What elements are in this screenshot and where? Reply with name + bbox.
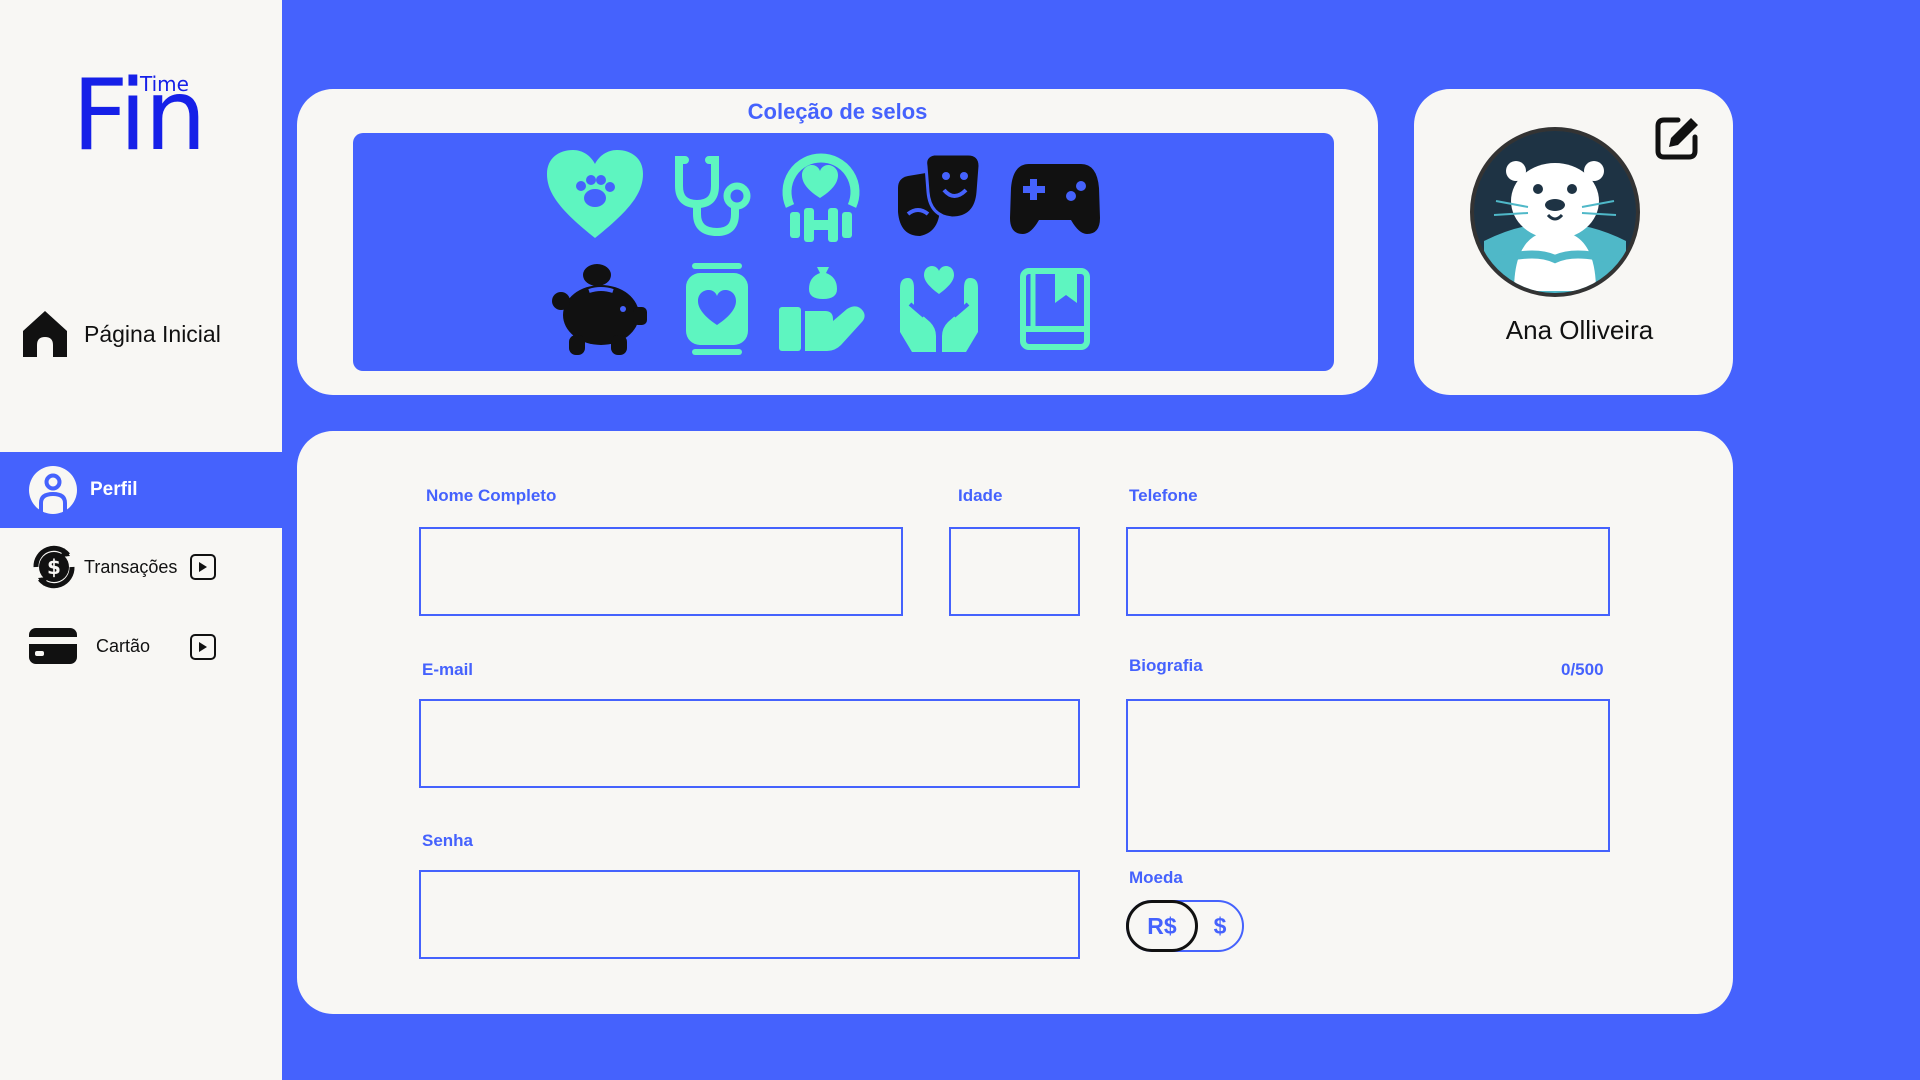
sidebar-item-label: Transações [84,556,178,577]
profile-name: Ana Olliveira [1505,315,1654,345]
avatar[interactable] [1470,127,1640,297]
sidebar-item-label: Perfil [90,479,138,500]
age-label: Idade [958,486,1003,505]
full-name-field[interactable] [419,527,903,616]
logo: Fin Time [72,66,207,166]
stethoscope-icon [665,147,765,247]
profile-card: Ana Olliveira [1414,89,1733,395]
phone-field[interactable] [1126,527,1610,616]
currency-label: Moeda [1129,868,1183,887]
donation-hand-icon [773,259,873,359]
bio-counter: 0/500 [1561,660,1604,679]
dollar-cycle-icon: $ [33,545,75,589]
stamps-panel [353,133,1334,371]
currency-option-usd[interactable]: $ [1198,902,1242,950]
gamepad-icon [1005,147,1105,247]
credit-card-icon [29,628,77,664]
full-name-label: Nome Completo [426,486,557,505]
sidebar-item-label: Cartão [96,635,151,656]
expand-arrow-button[interactable] [190,554,216,580]
currency-toggle[interactable]: R$ $ [1126,900,1244,952]
otter-avatar-icon [1474,131,1636,293]
edit-icon[interactable] [1654,115,1700,161]
password-field[interactable] [419,870,1080,959]
email-label: E-mail [422,660,474,679]
paw-heart-icon [545,145,645,245]
currency-option-brl[interactable]: R$ [1126,900,1198,952]
sidebar-item-home[interactable]: Página Inicial [22,306,282,362]
sidebar-item-card[interactable]: Cartão [28,622,282,670]
profile-form: Nome Completo Idade Telefone E-mail Biog… [297,431,1733,1014]
piggy-bank-icon [549,259,649,359]
stamps-title: Coleção de selos [747,99,928,124]
play-arrow-icon [199,562,207,572]
sidebar: Fin Time Página Inicial Perfil $ Transaç… [0,0,282,1080]
sidebar-item-label: Página Inicial [84,320,221,347]
heart-jar-icon [667,259,767,359]
home-icon [23,311,67,357]
bio-label: Biografia [1129,656,1203,675]
hands-heart-icon [889,259,989,359]
sidebar-item-transactions[interactable]: $ Transações [28,540,282,594]
logo-super: Time [140,72,189,96]
book-icon [1005,259,1105,359]
svg-text:$: $ [47,555,61,579]
phone-label: Telefone [1129,486,1198,505]
fitness-icon [771,145,871,245]
user-icon [29,466,77,514]
play-arrow-icon [199,642,207,652]
age-field[interactable] [949,527,1080,616]
theater-masks-icon [889,147,989,247]
bio-field[interactable] [1126,699,1610,852]
email-field[interactable] [419,699,1080,788]
sidebar-item-profile[interactable]: Perfil [0,452,282,528]
expand-arrow-button[interactable] [190,634,216,660]
password-label: Senha [422,831,474,850]
stamps-card: Coleção de selos [297,89,1378,395]
